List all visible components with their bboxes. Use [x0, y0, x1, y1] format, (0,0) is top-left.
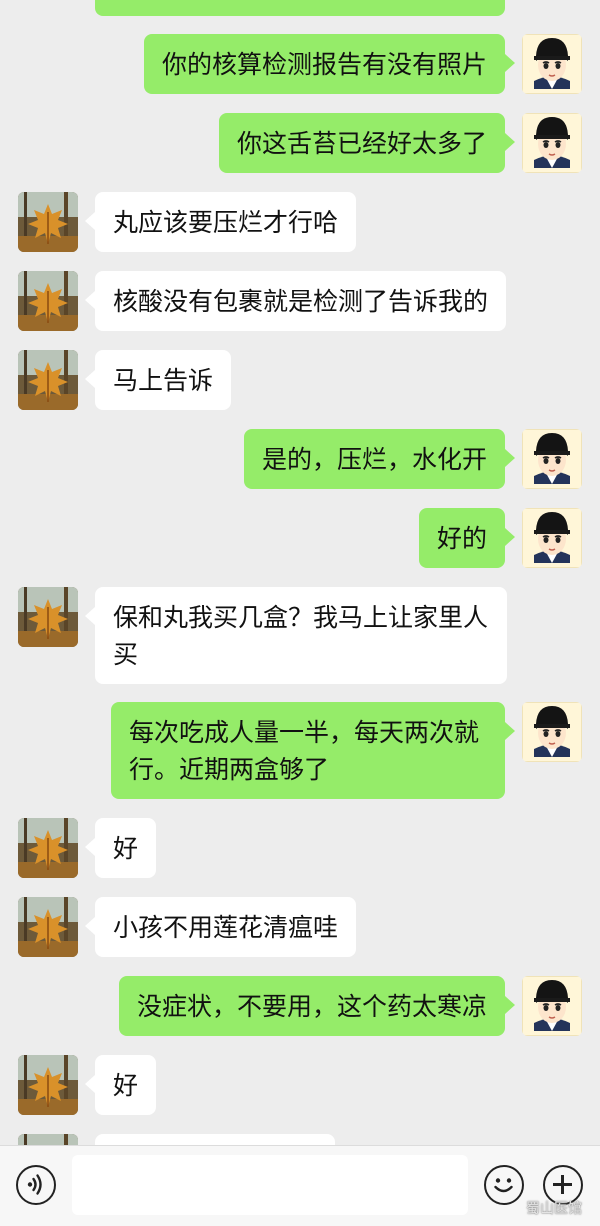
patient-avatar[interactable] — [18, 897, 78, 957]
received-message-bubble[interactable]: 好 — [84, 1055, 157, 1115]
message-text: 保和丸我买几盒？我马上让家里人买 — [113, 603, 489, 669]
message-text: 好 — [113, 834, 139, 863]
patient-avatar[interactable] — [18, 1055, 78, 1115]
voice-icon[interactable] — [16, 1165, 56, 1205]
message-text: 好 — [113, 1071, 139, 1100]
sent-message-bubble[interactable]: 每次吃成人量一半，每天两次就行。近期两盒够了 — [111, 702, 515, 799]
message-text: 每次吃成人量一半，每天两次就行。近期两盒够了 — [129, 718, 480, 784]
patient-avatar[interactable] — [18, 271, 78, 331]
doctor-avatar[interactable] — [522, 976, 582, 1036]
chat-area[interactable]: 你的核算检测报告有没有照片 你这舌苔已经好太多了 丸应该要压烂才行哈 核酸没有包… — [0, 0, 600, 1145]
partial-message-bubble — [95, 0, 505, 16]
doctor-avatar[interactable] — [522, 508, 582, 568]
patient-avatar[interactable] — [18, 350, 78, 410]
received-message-bubble[interactable]: 马上告诉 — [84, 350, 232, 410]
message-text: 你的核算检测报告有没有照片 — [161, 50, 487, 79]
doctor-avatar[interactable] — [522, 702, 582, 762]
message-text: 你这舌苔已经好太多了 — [236, 129, 487, 158]
message-text: 马上告诉 — [113, 366, 214, 395]
patient-avatar[interactable] — [18, 1134, 78, 1145]
doctor-avatar[interactable] — [522, 429, 582, 489]
received-message-bubble[interactable]: 好 — [84, 818, 157, 878]
received-message-bubble[interactable]: 保和丸我买几盒？我马上让家里人买 — [85, 587, 507, 684]
message-input[interactable] — [72, 1155, 468, 1215]
received-message-bubble[interactable]: 核酸没有包裹就是检测了告诉我的 — [84, 271, 507, 331]
sent-message-bubble[interactable]: 没症状，不要用，这个药太寒凉 — [118, 976, 516, 1036]
doctor-avatar[interactable] — [522, 34, 582, 94]
patient-avatar[interactable] — [18, 192, 78, 252]
message-text: 丸应该要压烂才行哈 — [113, 208, 339, 237]
input-bar — [0, 1145, 600, 1226]
partial-message-bubble — [95, 1134, 335, 1145]
patient-avatar[interactable] — [18, 587, 78, 647]
watermark: 蜀山医馆 — [526, 1201, 582, 1217]
sent-message-bubble[interactable]: 你的核算检测报告有没有照片 — [143, 34, 516, 94]
message-text: 好的 — [436, 524, 487, 553]
sent-message-bubble[interactable]: 你这舌苔已经好太多了 — [218, 113, 516, 173]
received-message-bubble[interactable]: 小孩不用莲花清瘟哇 — [84, 897, 357, 957]
patient-avatar[interactable] — [18, 818, 78, 878]
received-message-bubble[interactable]: 丸应该要压烂才行哈 — [84, 192, 357, 252]
emoji-icon[interactable] — [484, 1165, 524, 1205]
message-text: 核酸没有包裹就是检测了告诉我的 — [113, 287, 489, 316]
sent-message-bubble[interactable]: 好的 — [418, 508, 516, 568]
sent-message-bubble[interactable]: 是的，压烂，水化开 — [243, 429, 516, 489]
message-text: 没症状，不要用，这个药太寒凉 — [136, 992, 487, 1021]
doctor-avatar[interactable] — [522, 113, 582, 173]
message-text: 小孩不用莲花清瘟哇 — [113, 913, 339, 942]
message-text: 是的，压烂，水化开 — [261, 445, 487, 474]
